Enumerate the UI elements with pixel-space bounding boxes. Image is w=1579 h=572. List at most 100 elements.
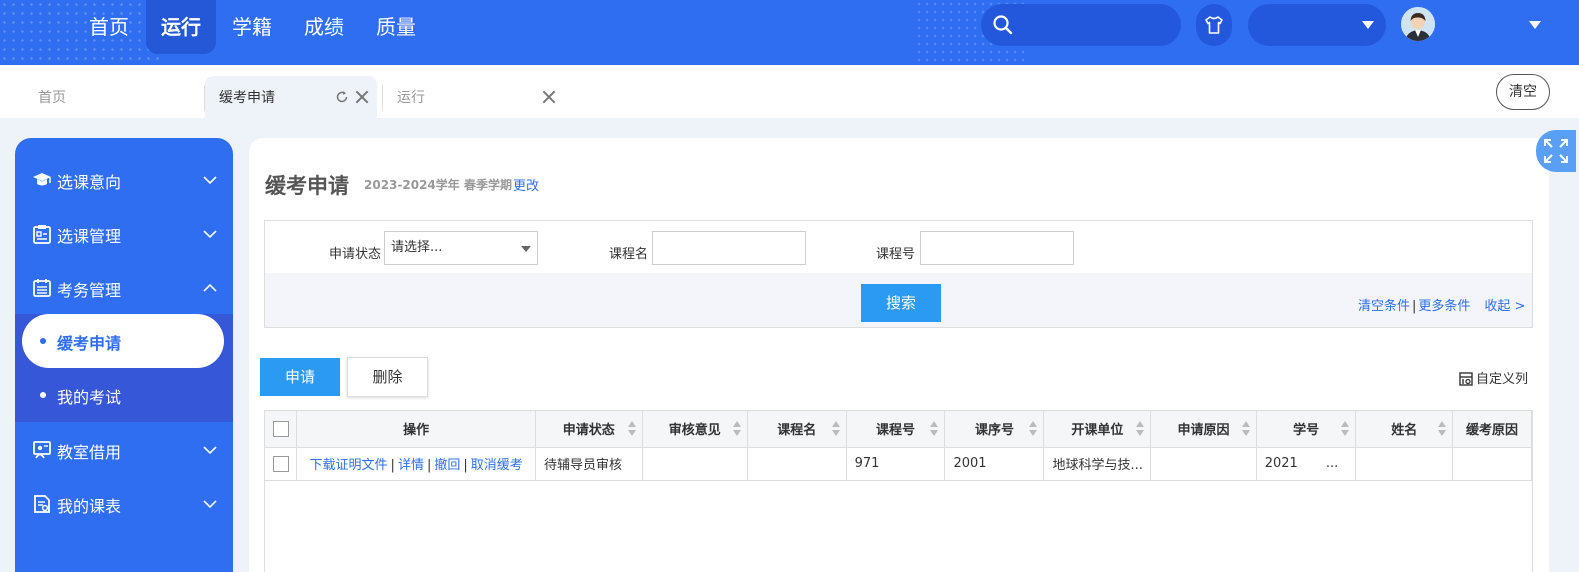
nav-item-quality[interactable]: 质量	[366, 0, 426, 54]
apply-button[interactable]: 申请	[260, 358, 340, 396]
column-header-course-name[interactable]: 课程名	[747, 411, 847, 448]
clipboard-icon	[33, 225, 51, 244]
sidebar: 选课意向 选课管理 考务管理 缓考申请 我的考试 教室借用 我的课表	[15, 138, 233, 572]
status-select[interactable]: 请选择...	[384, 231, 538, 265]
details-link[interactable]: 详情	[398, 458, 424, 473]
sidebar-subitem-my-exams[interactable]: 我的考试	[22, 368, 224, 422]
global-search-input[interactable]	[981, 4, 1181, 46]
tab-bar: 首页 缓考申请 运行 清空	[0, 65, 1579, 118]
schedule-icon	[34, 495, 50, 513]
nav-item-run[interactable]: 运行	[146, 0, 216, 54]
clear-conditions-link[interactable]: 清空条件	[1358, 299, 1410, 314]
fullscreen-icon	[1544, 139, 1568, 163]
clear-tabs-button[interactable]: 清空	[1496, 74, 1550, 110]
course-name-input[interactable]	[652, 231, 806, 265]
column-header-name[interactable]: 姓名	[1355, 411, 1454, 448]
chevron-down-icon	[203, 500, 217, 509]
collapse-link[interactable]: 收起 >	[1484, 299, 1525, 314]
sidebar-item-classroom-borrow[interactable]: 教室借用	[15, 423, 233, 477]
sidebar-item-label: 教室借用	[57, 443, 122, 462]
sort-icon[interactable]	[627, 421, 636, 437]
filter-actions-bar: 搜索 清空条件 | 更多条件 收起 >	[265, 273, 1532, 327]
cell-student-no: 2021...	[1256, 447, 1357, 481]
sort-icon[interactable]	[1341, 421, 1350, 437]
settings-columns-icon	[1459, 372, 1473, 386]
delete-button[interactable]: 删除	[347, 357, 428, 397]
main-panel: 缓考申请 2023-2024学年 春季学期 更改 申请状态 请选择... 课程名…	[249, 138, 1549, 572]
change-term-link[interactable]: 更改	[513, 175, 539, 194]
column-header-status[interactable]: 申请状态	[535, 411, 643, 448]
sort-icon[interactable]	[930, 421, 939, 437]
sidebar-item-course-management[interactable]: 选课管理	[15, 207, 233, 261]
nav-item-home[interactable]: 首页	[76, 0, 142, 54]
column-header-opinion[interactable]: 审核意见	[642, 411, 749, 448]
action-separator: |	[463, 458, 468, 473]
close-icon[interactable]	[542, 90, 556, 104]
chevron-down-icon	[521, 246, 531, 252]
sidebar-subitem-label: 我的考试	[57, 388, 122, 407]
row-checkbox[interactable]	[273, 455, 289, 472]
more-conditions-link[interactable]: 更多条件	[1418, 299, 1470, 314]
download-proof-link[interactable]: 下载证明文件	[310, 458, 388, 473]
table-row: 下载证明文件 | 详情 | 撤回 | 取消缓考 待辅导员审核 971 2001 地球科学与技…	[265, 447, 1532, 481]
row-actions-cell: 下载证明文件 | 详情 | 撤回 | 取消缓考	[296, 447, 536, 481]
withdraw-link[interactable]: 撤回	[434, 458, 460, 473]
page-title: 缓考申请	[265, 174, 349, 198]
cell-reason	[1150, 447, 1257, 481]
sidebar-item-course-intent[interactable]: 选课意向	[15, 153, 233, 207]
user-avatar[interactable]	[1401, 7, 1435, 41]
select-all-cell	[265, 411, 298, 448]
search-button[interactable]: 搜索	[861, 284, 941, 322]
chevron-down-icon	[203, 230, 217, 239]
sidebar-item-exam-affairs[interactable]: 考务管理	[15, 261, 233, 315]
column-header-dept[interactable]: 开课单位	[1043, 411, 1152, 448]
refresh-icon[interactable]	[335, 90, 349, 104]
cell-seq-no: 2001	[944, 447, 1045, 481]
close-icon[interactable]	[355, 90, 369, 104]
column-header-actions: 操作	[296, 411, 536, 448]
graduation-cap-icon	[33, 173, 51, 186]
column-header-reason[interactable]: 申请原因	[1150, 411, 1257, 448]
nav-item-grades[interactable]: 成绩	[294, 0, 354, 54]
data-table: 操作 申请状态 审核意见 课程名 课程号 课序号 开课单位 申请原因 学号 姓名…	[264, 410, 1533, 572]
sidebar-item-label: 选课意向	[57, 173, 122, 192]
student-no-ellipsis: ...	[1325, 456, 1339, 471]
sidebar-item-label: 选课管理	[57, 227, 122, 246]
status-filter-label: 申请状态	[329, 247, 382, 262]
sort-icon[interactable]	[831, 421, 840, 437]
action-separator: |	[426, 458, 432, 473]
column-header-seq-no[interactable]: 课序号	[944, 411, 1045, 448]
theme-skin-button[interactable]	[1196, 4, 1232, 46]
bullet-icon	[40, 392, 46, 398]
select-all-checkbox[interactable]	[272, 420, 289, 437]
cancel-deferral-link[interactable]: 取消缓考	[471, 458, 523, 473]
sidebar-subitem-deferred-exam[interactable]: 缓考申请	[22, 314, 224, 368]
sidebar-item-my-schedule[interactable]: 我的课表	[15, 477, 233, 531]
column-header-course-no[interactable]: 课程号	[846, 411, 946, 448]
custom-columns-button[interactable]: 自定义列	[1459, 368, 1528, 387]
role-select[interactable]	[1248, 4, 1386, 46]
status-select-value: 请选择...	[391, 240, 443, 255]
fullscreen-button[interactable]	[1536, 130, 1576, 172]
tab-deferred-exam[interactable]: 缓考申请	[205, 76, 377, 118]
filter-links: 清空条件 | 更多条件 收起 >	[1358, 295, 1525, 314]
course-no-input[interactable]	[920, 231, 1074, 265]
sidebar-submenu: 缓考申请 我的考试	[15, 314, 233, 422]
calendar-icon	[33, 279, 51, 297]
sort-icon[interactable]	[1438, 421, 1447, 437]
nav-item-enrollment[interactable]: 学籍	[222, 0, 282, 54]
tshirt-icon	[1205, 16, 1223, 34]
tab-home[interactable]: 首页	[24, 76, 194, 118]
course-name-label: 课程名	[609, 247, 649, 262]
tab-run[interactable]: 运行	[383, 76, 563, 118]
column-header-exam-reason[interactable]: 缓考原因	[1452, 411, 1532, 448]
sort-icon[interactable]	[1029, 421, 1038, 437]
sort-icon[interactable]	[733, 421, 742, 437]
sidebar-item-label: 我的课表	[57, 497, 122, 516]
user-menu-caret[interactable]	[1529, 21, 1541, 29]
sort-icon[interactable]	[1136, 421, 1145, 437]
column-header-student-no[interactable]: 学号	[1256, 411, 1357, 448]
sort-icon[interactable]	[1241, 421, 1250, 437]
row-select-cell	[265, 447, 298, 481]
custom-columns-label: 自定义列	[1476, 372, 1529, 387]
